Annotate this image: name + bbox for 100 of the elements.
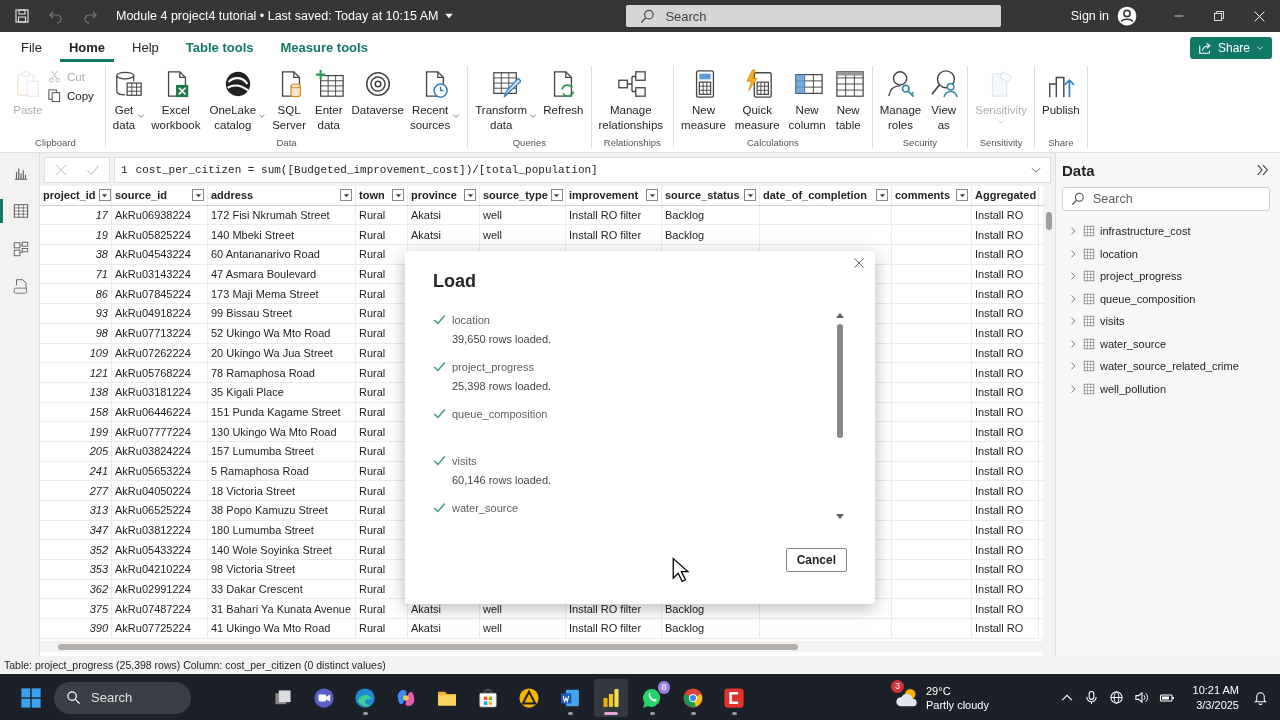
collapse-icon[interactable] — [1256, 163, 1270, 177]
table-cell: Rural — [356, 619, 408, 638]
close-icon[interactable] — [853, 257, 865, 269]
save-icon[interactable] — [14, 8, 30, 24]
check-icon — [433, 454, 446, 467]
ribbon-button[interactable]: Dataverse — [349, 66, 406, 126]
search-field[interactable]: Search — [1062, 187, 1270, 211]
chevron-right-icon — [1068, 383, 1078, 394]
table-cell: Install RO — [972, 323, 1039, 343]
check-icon[interactable] — [86, 162, 100, 177]
table-cell: Install RO — [972, 501, 1039, 520]
round-browser-icon[interactable] — [682, 686, 704, 709]
column-header[interactable]: town — [356, 186, 408, 205]
formula-text: cost_per_citizen = sum([Budgeted_improvement_cost])/[total_population] — [135, 163, 598, 176]
search-input[interactable]: Search — [89, 689, 173, 706]
table-pencil-icon — [491, 69, 522, 99]
caret-icon[interactable] — [444, 11, 455, 21]
column-header[interactable]: improvement — [566, 186, 662, 205]
wave-browser-icon[interactable] — [354, 686, 376, 709]
ribbon-button[interactable]: Quick measure — [732, 66, 785, 133]
ribbon-button[interactable]: Get data — [110, 66, 148, 133]
table-cell: AkRu04543224 — [112, 245, 208, 264]
vertical-scrollbar[interactable] — [1043, 186, 1055, 656]
ribbon-button[interactable]: Transform data — [473, 66, 540, 133]
tree-item[interactable]: well_pollution — [1062, 377, 1270, 400]
filter-caret-icon[interactable] — [746, 191, 754, 199]
column-header[interactable]: comments — [892, 186, 972, 205]
column-header[interactable]: source_type — [480, 186, 566, 205]
tree-item[interactable]: location — [1062, 242, 1270, 265]
ribbon-button[interactable]: Publish — [1040, 66, 1082, 126]
column-header[interactable]: project_id — [40, 186, 112, 205]
ribbon-button[interactable]: View as — [928, 66, 963, 133]
column-header[interactable]: source_id — [112, 186, 208, 205]
ribbon-button[interactable]: OneLake catalog — [207, 66, 269, 133]
table-cell: 353 — [40, 560, 112, 579]
avatar-icon[interactable] — [1117, 6, 1137, 26]
magnifier-person-icon — [930, 69, 961, 99]
ribbon-button[interactable]: Recent sources — [407, 66, 463, 133]
bracket-app-icon[interactable] — [723, 686, 745, 709]
triangle-app-icon[interactable] — [518, 686, 540, 709]
table-cell: 98 Victoria Street — [208, 560, 356, 579]
filter-caret-icon[interactable] — [466, 191, 474, 199]
bar-chart-app-icon[interactable] — [600, 686, 622, 709]
filter-caret-icon[interactable] — [101, 191, 109, 199]
column-header[interactable]: source_status — [662, 186, 760, 205]
tree-item[interactable]: infrastructure_cost — [1062, 220, 1270, 243]
restore-icon[interactable] — [1213, 9, 1225, 22]
ribbon-button[interactable]: SQL Server — [270, 66, 312, 133]
search-icon — [640, 8, 656, 24]
table-cell: 60 Antananarivo Road — [208, 245, 356, 264]
sign-in-button[interactable]: Sign in — [1070, 9, 1109, 23]
video-camera-icon[interactable] — [313, 686, 335, 709]
menu-tab[interactable]: Table tools — [176, 32, 263, 62]
ribbon-button[interactable]: New table — [832, 66, 867, 133]
ribbon-button[interactable]: Excel workbook — [149, 66, 206, 133]
store-bag-icon[interactable] — [477, 686, 499, 709]
ribbon-button[interactable]: Enter data — [313, 66, 348, 133]
globe-icon[interactable] — [1108, 690, 1124, 705]
tree-item[interactable]: queue_composition — [1062, 287, 1270, 310]
search-field[interactable]: Search — [54, 681, 191, 714]
filter-caret-icon[interactable] — [394, 191, 402, 199]
menu-tab[interactable]: File — [12, 32, 51, 62]
tree-item[interactable]: water_source — [1062, 332, 1270, 355]
filter-caret-icon[interactable] — [958, 191, 966, 199]
table-cell: Install RO — [972, 304, 1039, 323]
filter-caret-icon[interactable] — [342, 191, 350, 199]
horizontal-scrollbar[interactable] — [40, 640, 1043, 652]
filter-caret-icon[interactable] — [194, 191, 202, 199]
start-icon[interactable] — [20, 686, 42, 709]
cancel-button[interactable]: Cancel — [785, 548, 847, 572]
menu-tab[interactable]: Help — [123, 32, 168, 62]
search-icon — [1071, 192, 1085, 206]
ribbon-button[interactable]: Refresh — [541, 66, 586, 126]
ribbon-button[interactable]: Manage relationships — [596, 66, 669, 133]
ribbon-button[interactable]: New column — [786, 66, 831, 133]
tree-item[interactable]: water_source_related_crime — [1062, 355, 1270, 378]
formula-field[interactable]: 1 cost_per_citizen = sum([Budgeted_improvement_cost])/[total_population] — [114, 156, 1051, 183]
ribbon-button[interactable]: Copy — [47, 88, 100, 103]
column-header[interactable]: address — [208, 186, 356, 205]
menu-tab[interactable]: Measure tools — [271, 32, 377, 62]
filter-caret-icon[interactable] — [553, 191, 561, 199]
clock-date[interactable]: 3/3/2025 — [1196, 697, 1239, 713]
ribbon-button[interactable]: New measure — [679, 66, 731, 133]
tree-item[interactable]: visits — [1062, 310, 1270, 333]
bell-icon[interactable] — [1253, 690, 1268, 705]
search-field[interactable]: Search — [626, 5, 1002, 27]
column-header[interactable]: province — [408, 186, 480, 205]
filter-caret-icon[interactable] — [648, 191, 656, 199]
tree-item[interactable]: project_progress — [1062, 265, 1270, 288]
column-header[interactable]: date_of_completion — [760, 186, 892, 205]
speaker-icon[interactable] — [1133, 690, 1149, 705]
clock-time[interactable]: 10:21 AM — [1192, 682, 1239, 698]
column-header[interactable]: Aggregated — [972, 186, 1039, 205]
ribbon-button[interactable]: Manage roles — [877, 66, 927, 133]
search-input[interactable]: Search — [1091, 191, 1245, 207]
filter-caret-icon[interactable] — [878, 191, 886, 199]
search-input[interactable]: Search — [663, 7, 968, 25]
microphone-icon[interactable] — [1083, 690, 1099, 705]
share-button[interactable]: Share — [1189, 37, 1272, 59]
chat-phone-icon[interactable] — [641, 686, 663, 709]
